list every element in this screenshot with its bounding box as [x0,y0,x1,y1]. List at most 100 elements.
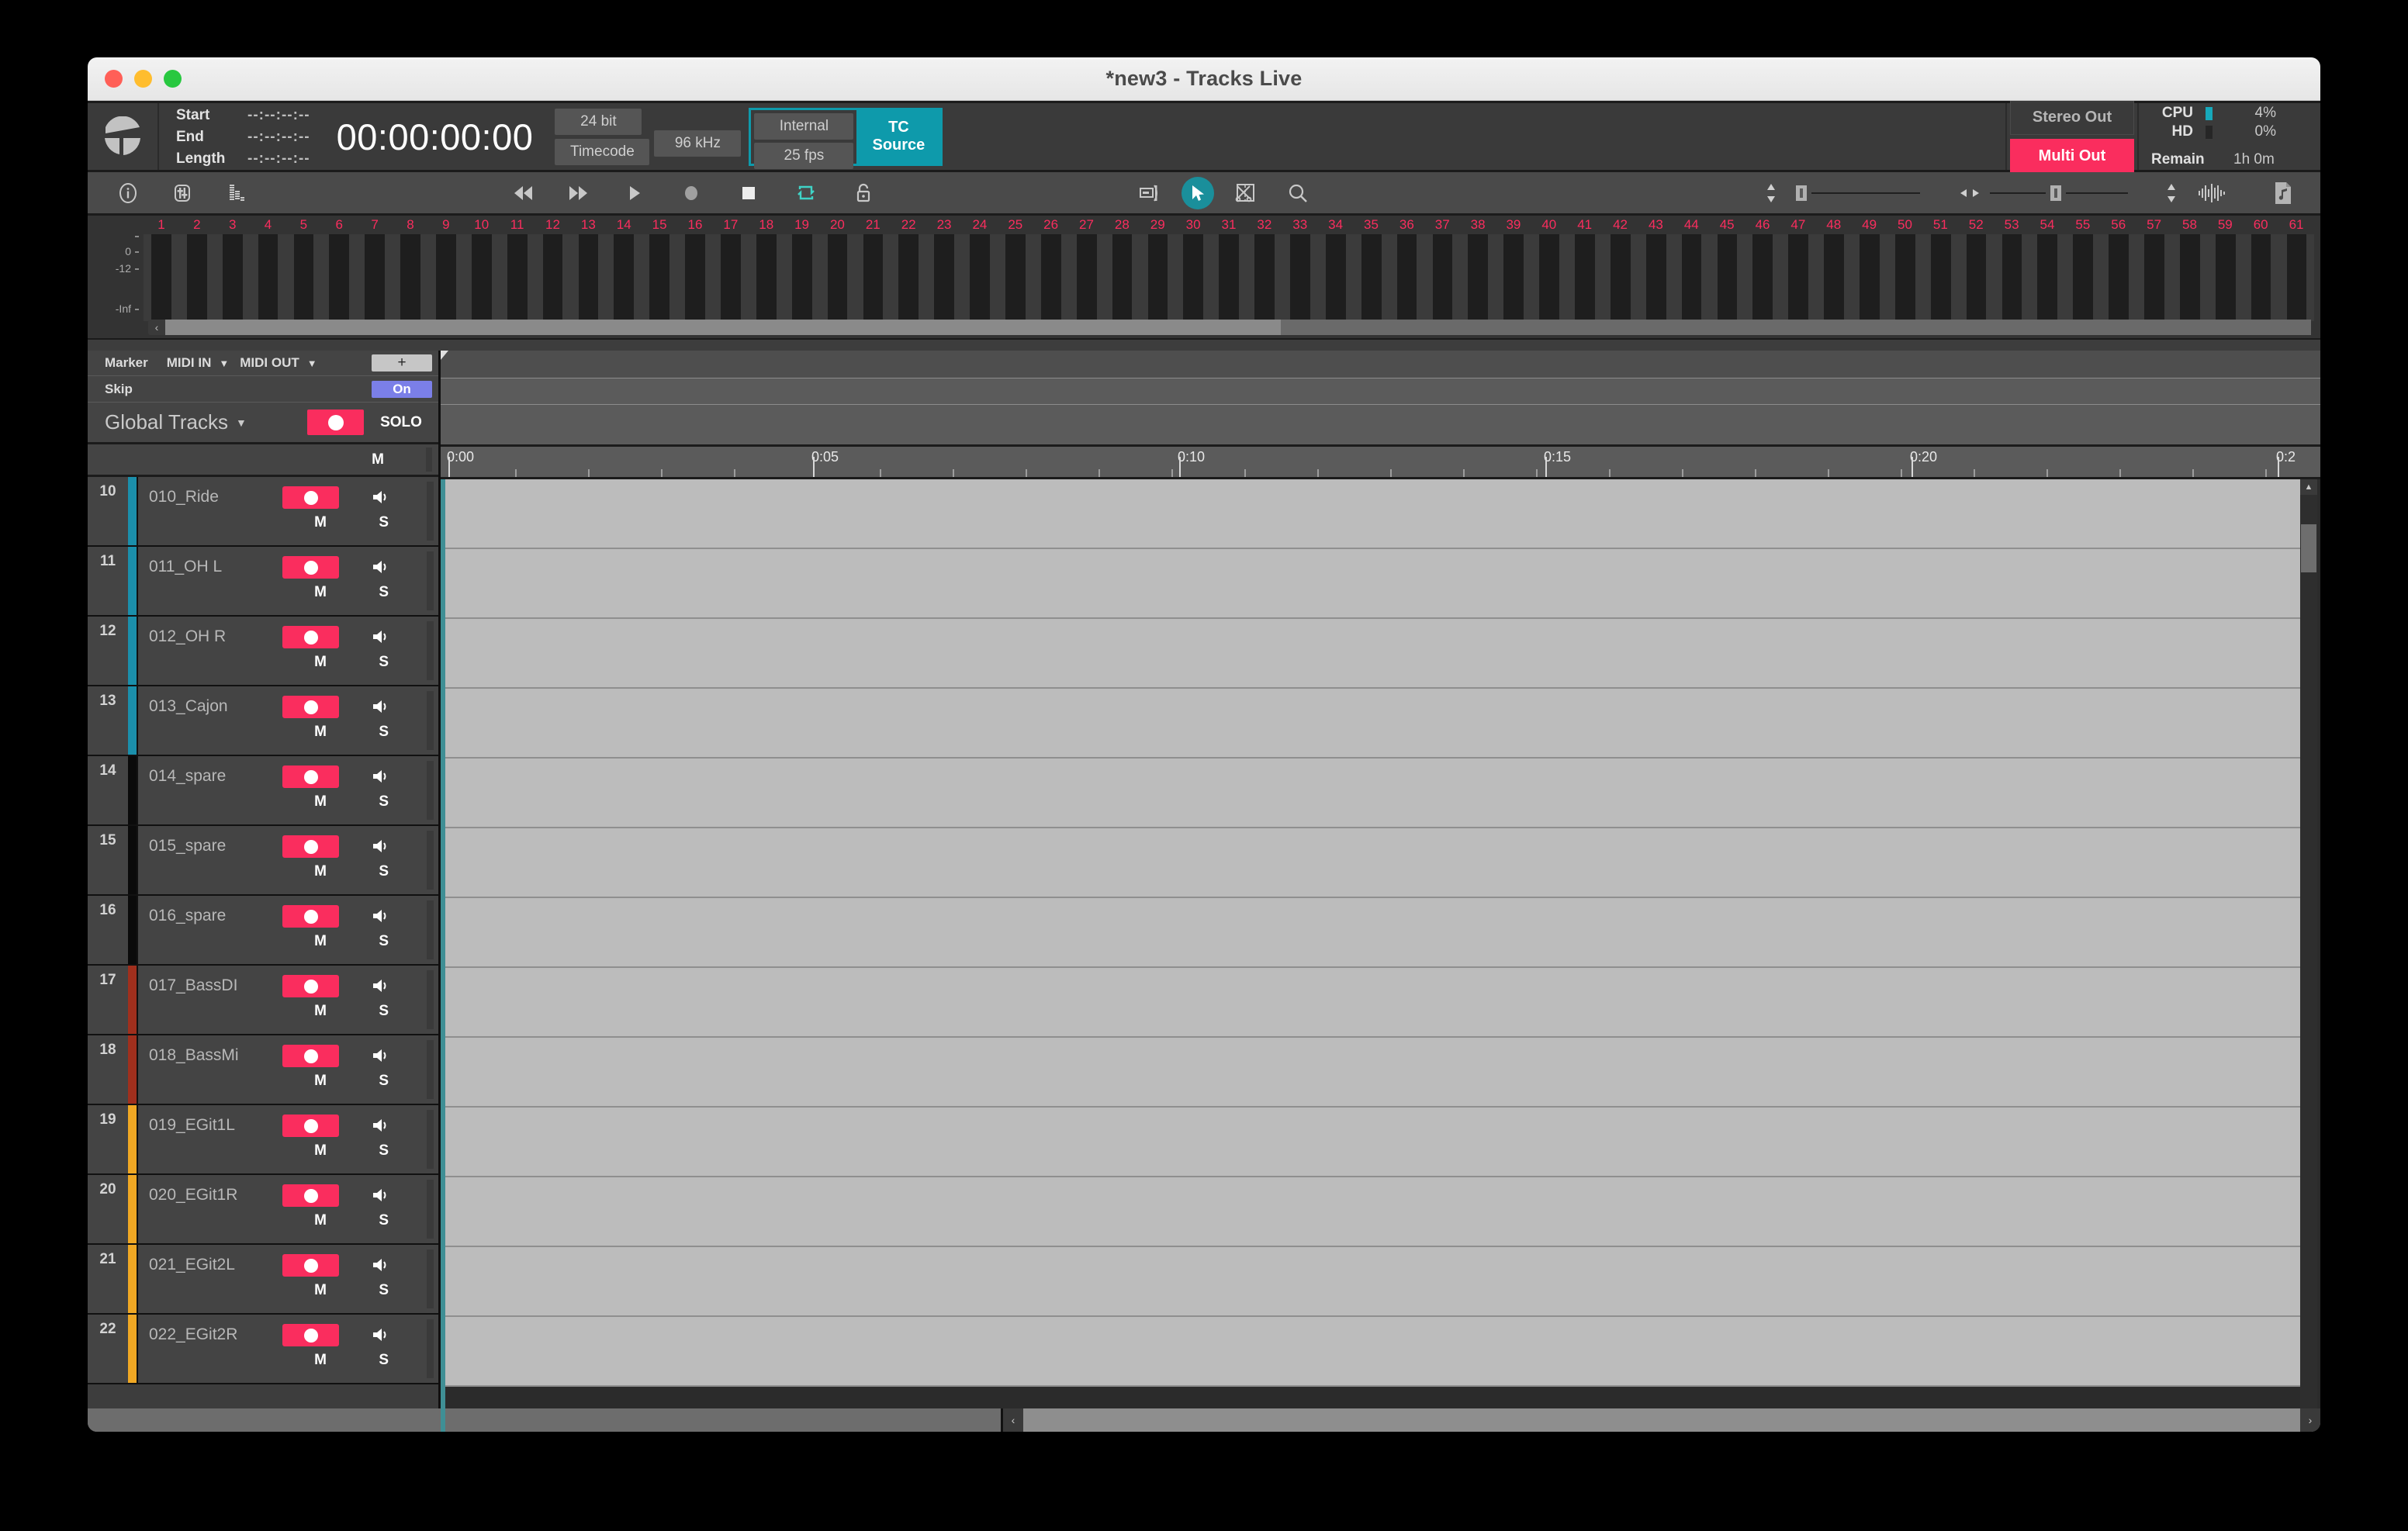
meter-channel[interactable] [1780,234,1817,321]
track-mute-button[interactable]: M [314,1073,327,1090]
timecode-mode-button[interactable]: Timecode [555,138,650,165]
track-color-strip[interactable] [128,966,138,1034]
track-row[interactable]: 13 013_Cajon M S [88,686,438,756]
horizontal-zoom-slider[interactable] [1990,182,2128,204]
selection-end-value[interactable]: --:--:--:-- [247,126,310,147]
midi-in-label[interactable]: MIDI IN [167,355,212,371]
skip-lane[interactable] [441,378,2320,405]
vertical-scroll-thumb[interactable] [2301,524,2316,572]
track-solo-button[interactable]: S [379,514,389,531]
speaker-icon[interactable] [372,1187,392,1208]
track-name[interactable]: 018_BassMi [149,1046,239,1065]
playlist-track-lane[interactable] [441,549,2300,619]
meter-channel[interactable] [393,234,428,321]
info-icon[interactable] [108,177,148,209]
speaker-icon[interactable] [372,1326,392,1347]
meter-channel[interactable] [926,234,963,321]
meter-channel[interactable] [1068,234,1105,321]
track-resize-handle[interactable] [427,831,434,890]
speaker-icon[interactable] [372,1047,392,1068]
trim-icon[interactable] [1225,177,1265,209]
hscroll-right-arrow[interactable]: › [2300,1408,2320,1432]
track-resize-handle[interactable] [427,970,434,1029]
track-resize-handle[interactable] [427,761,434,820]
track-row[interactable]: 19 019_EGit1L M S [88,1105,438,1175]
meter-channel[interactable] [428,234,464,321]
track-color-strip[interactable] [128,686,138,755]
track-name[interactable]: 011_OH L [149,558,222,576]
speaker-icon[interactable] [372,1256,392,1277]
waveform-zoom-icon[interactable] [2192,177,2232,209]
playlist-track-lane[interactable] [441,968,2300,1038]
meter-channel[interactable] [499,234,535,321]
meter-horizontal-scrollbar[interactable]: ‹ [148,320,2311,335]
track-record-arm-button[interactable] [282,556,339,579]
track-solo-button[interactable]: S [379,933,389,950]
track-name[interactable]: 013_Cajon [149,697,228,716]
track-mute-button[interactable]: M [314,863,327,880]
track-mute-button[interactable]: M [314,1003,327,1020]
scroll-up-arrow[interactable]: ▲ [2300,479,2317,495]
track-color-strip[interactable] [128,756,138,824]
meter-channel[interactable] [2136,234,2172,321]
playlist-track-lane[interactable] [441,1317,2300,1387]
meters-icon[interactable] [216,177,257,209]
sample-rate-button[interactable]: 96 kHz [654,130,742,157]
track-row[interactable]: 21 021_EGit2L M S [88,1245,438,1315]
track-row[interactable]: 11 011_OH L M S [88,547,438,617]
meter-channel[interactable] [178,234,215,321]
meter-channel[interactable] [1852,234,1887,321]
track-mute-button[interactable]: M [314,1282,327,1299]
meter-channel[interactable] [891,234,927,321]
track-color-strip[interactable] [128,826,138,894]
track-height-slider[interactable] [1791,182,1920,204]
meter-channels[interactable] [144,234,2315,321]
track-mute-button[interactable]: M [314,584,327,601]
master-row-handle[interactable] [426,448,432,472]
track-mute-button[interactable]: M [314,1352,327,1369]
meter-channel[interactable] [250,234,286,321]
meter-channel[interactable] [1175,234,1212,321]
track-height-icon[interactable] [1751,177,1791,209]
track-mute-button[interactable]: M [314,793,327,810]
playlist-track-lane[interactable] [441,619,2300,689]
meter-channel[interactable] [2207,234,2244,321]
hscroll-left-arrow[interactable]: ‹ [1003,1408,1023,1432]
track-record-arm-button[interactable] [282,626,339,648]
meter-channel[interactable] [463,234,500,321]
track-row[interactable]: 16 016_spare M S [88,896,438,966]
global-record-arm-button[interactable] [307,410,364,435]
meter-channel[interactable] [998,234,1033,321]
meter-channel[interactable] [962,234,998,321]
playhead[interactable] [441,479,445,1432]
meter-channel[interactable] [1282,234,1318,321]
meter-channel[interactable] [1424,234,1461,321]
track-color-strip[interactable] [128,1245,138,1313]
track-solo-button[interactable]: S [379,1352,389,1369]
track-resize-handle[interactable] [427,621,434,680]
track-color-strip[interactable] [128,1105,138,1173]
track-record-arm-button[interactable] [282,766,339,788]
waveform-zoom-arrows-icon[interactable] [2151,177,2192,209]
track-solo-button[interactable]: S [379,1282,389,1299]
track-name[interactable]: 019_EGit1L [149,1116,235,1135]
meter-channel[interactable] [2171,234,2208,321]
playlist-track-lane[interactable] [441,479,2300,549]
meter-channel[interactable] [2243,234,2279,321]
meter-channel[interactable] [1638,234,1674,321]
track-solo-button[interactable]: S [379,1003,389,1020]
speaker-icon[interactable] [372,489,392,510]
skip-on-toggle[interactable]: On [372,380,432,398]
meter-channel[interactable] [855,234,891,321]
meter-channel[interactable] [144,234,179,321]
track-color-strip[interactable] [128,1315,138,1383]
meter-channel[interactable] [784,234,820,321]
meter-channel[interactable] [677,234,713,321]
meter-channel[interactable] [2065,234,2102,321]
frame-rate-button[interactable]: 25 fps [754,142,854,169]
midi-in-chevron-down-icon[interactable]: ▼ [219,358,229,369]
hscroll-track[interactable] [1023,1408,2300,1432]
meter-channel[interactable] [570,234,607,321]
meter-channel[interactable] [1745,234,1781,321]
speaker-icon[interactable] [372,558,392,579]
